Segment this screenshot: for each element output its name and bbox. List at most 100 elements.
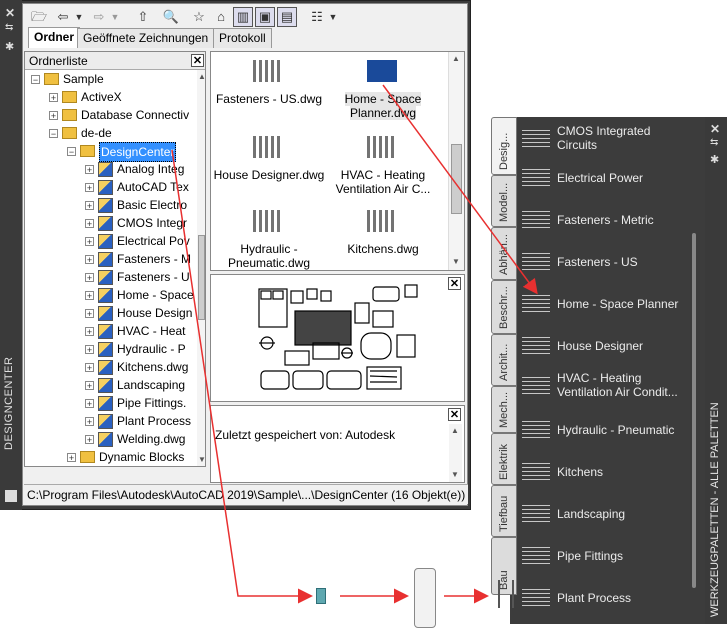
content-scrollbar[interactable]: ▲ ▼: [448, 52, 464, 270]
tree-row[interactable]: − Sample: [25, 70, 197, 88]
toolpalette-item[interactable]: Fasteners - Metric: [522, 209, 692, 239]
expand-icon[interactable]: +: [67, 453, 76, 463]
toolpalette-item[interactable]: Plant Process: [522, 587, 692, 617]
preview-toggle-icon[interactable]: ▣: [255, 7, 275, 27]
toolpalette-item[interactable]: Electrical Power: [522, 167, 692, 197]
favorites-icon[interactable]: ☆: [189, 7, 209, 27]
tab-geoeffnete-zeichnungen[interactable]: Geöffnete Zeichnungen: [77, 28, 215, 48]
expand-icon[interactable]: +: [85, 291, 94, 301]
toolpalette-item[interactable]: Landscaping: [522, 503, 692, 533]
tree-row[interactable]: + CMOS Integr: [25, 214, 197, 232]
expand-icon[interactable]: +: [85, 399, 94, 409]
forward-icon[interactable]: ⇨: [89, 7, 109, 27]
folder-tree-panel[interactable]: Ordnerliste ✕ − Sample + ActiveX + Database C…: [24, 51, 206, 467]
expand-icon[interactable]: +: [85, 219, 94, 229]
expand-icon[interactable]: +: [85, 345, 94, 355]
up-folder-icon[interactable]: ⇧: [133, 7, 153, 27]
content-scroll-thumb[interactable]: [451, 144, 462, 214]
tree-row[interactable]: + Fasteners - M: [25, 250, 197, 268]
scroll-up-icon[interactable]: ▲: [451, 426, 459, 435]
properties-icon[interactable]: ✱: [710, 153, 719, 166]
toolpalette-item[interactable]: Fasteners - US: [522, 251, 692, 281]
close-icon[interactable]: ✕: [710, 122, 720, 136]
toolpalette-tab[interactable]: Archit...: [491, 334, 517, 386]
tree-row[interactable]: + Plant Process: [25, 412, 197, 430]
close-icon[interactable]: ✕: [5, 6, 15, 20]
scroll-down-icon[interactable]: ▼: [198, 455, 205, 464]
expand-icon[interactable]: +: [49, 93, 58, 103]
tree-row[interactable]: + AutoCAD Tex: [25, 178, 197, 196]
properties-icon[interactable]: ✱: [5, 40, 14, 53]
home-icon[interactable]: ⌂: [211, 7, 231, 27]
hatch-icon[interactable]: [316, 588, 326, 604]
views-icon[interactable]: ☷: [307, 7, 327, 27]
tree-row[interactable]: + Welding.dwg: [25, 430, 197, 448]
tree-row[interactable]: + Hydraulic - P: [25, 340, 197, 358]
tree-row[interactable]: + Home - Space: [25, 286, 197, 304]
toolpalette-item[interactable]: CMOS Integrated Circuits: [522, 124, 692, 154]
tree-row[interactable]: + HVAC - Heat: [25, 322, 197, 340]
toolpalette-item[interactable]: House Designer: [522, 335, 692, 365]
content-panel[interactable]: ▲ ▼ Fasteners - US.dwg Home - SpacePlanne…: [210, 51, 465, 271]
expand-icon[interactable]: +: [85, 309, 94, 319]
expand-icon[interactable]: +: [85, 183, 94, 193]
toolpalette-tab[interactable]: Model...: [491, 175, 517, 227]
load-icon[interactable]: 🗁: [29, 7, 49, 27]
tab-ordner[interactable]: Ordner: [28, 27, 81, 48]
expand-icon[interactable]: +: [85, 165, 94, 175]
expand-icon[interactable]: +: [85, 363, 94, 373]
tree-row[interactable]: − de-de: [25, 124, 197, 142]
tree-row[interactable]: + Dynamic Blocks: [25, 448, 197, 466]
toolpalette-tab[interactable]: Mech...: [491, 386, 517, 433]
toolpalette-item[interactable]: Hydraulic - Pneumatic: [522, 419, 692, 449]
scroll-down-icon[interactable]: ▼: [452, 257, 460, 266]
toolpalette-tab[interactable]: Elektrik: [491, 433, 517, 485]
toolpalette-item[interactable]: Pipe Fittings: [522, 545, 692, 575]
collapse-icon[interactable]: −: [67, 147, 76, 157]
collapsed-palette[interactable]: [414, 568, 436, 628]
autohide-icon[interactable]: ⇆: [710, 137, 718, 148]
search-icon[interactable]: 🔍: [161, 7, 181, 27]
tree-view-toggle-icon[interactable]: ▥: [233, 7, 253, 27]
description-toggle-icon[interactable]: ▤: [277, 7, 297, 27]
scroll-up-icon[interactable]: ▲: [452, 54, 460, 63]
tree-row[interactable]: + Analog Integ: [25, 160, 197, 178]
description-scrollbar[interactable]: ▲ ▼: [449, 424, 462, 482]
views-dropdown-icon[interactable]: ▼: [327, 7, 339, 27]
toolpalette-tab[interactable]: Abhän...: [491, 227, 517, 280]
expand-icon[interactable]: +: [49, 111, 58, 121]
tree-row[interactable]: + Database Connectiv: [25, 106, 197, 124]
expand-icon[interactable]: +: [85, 417, 94, 427]
collapse-icon[interactable]: −: [49, 129, 58, 139]
toolpalette-titlebar[interactable]: ✕ ⇆ ✱ WERKZEUGPALETTEN - ALLE PALETTEN: [705, 117, 727, 624]
tree-row[interactable]: − DesignCenter: [25, 142, 197, 162]
toolpalette-item[interactable]: Home - Space Planner: [522, 293, 692, 323]
back-icon[interactable]: ⇦: [53, 7, 73, 27]
tree-scroll-thumb[interactable]: [198, 235, 205, 320]
expand-icon[interactable]: +: [85, 273, 94, 283]
tree-scrollbar[interactable]: ▲ ▼: [197, 70, 205, 466]
forward-dropdown-icon[interactable]: ▼: [109, 7, 121, 27]
tree-row[interactable]: + Electrical Pov: [25, 232, 197, 250]
scroll-down-icon[interactable]: ▼: [451, 470, 459, 479]
tree-row[interactable]: + ActiveX: [25, 88, 197, 106]
tree-row[interactable]: + House Design: [25, 304, 197, 322]
toolpalette-tab[interactable]: Beschr...: [491, 280, 517, 334]
tree-close-icon[interactable]: ✕: [191, 54, 204, 67]
expand-icon[interactable]: +: [85, 381, 94, 391]
tree-row[interactable]: + Basic Electro: [25, 196, 197, 214]
collapse-icon[interactable]: −: [31, 75, 40, 85]
expand-icon[interactable]: +: [85, 201, 94, 211]
toolpalette-item[interactable]: Kitchens: [522, 461, 692, 491]
expand-icon[interactable]: +: [85, 237, 94, 247]
toolpalette-tab[interactable]: Tiefbau: [491, 485, 517, 537]
autohide-icon[interactable]: ⇆: [5, 22, 13, 33]
toolpalette-item[interactable]: HVAC - Heating Ventilation Air Condit...: [522, 371, 692, 401]
expand-icon[interactable]: +: [85, 327, 94, 337]
back-dropdown-icon[interactable]: ▼: [73, 7, 85, 27]
expand-icon[interactable]: +: [85, 435, 94, 445]
toolpalette-scrollbar[interactable]: [692, 233, 696, 588]
tab-protokoll[interactable]: Protokoll: [213, 28, 272, 48]
tree-row[interactable]: + Fasteners - U: [25, 268, 197, 286]
tree-row[interactable]: + Landscaping: [25, 376, 197, 394]
